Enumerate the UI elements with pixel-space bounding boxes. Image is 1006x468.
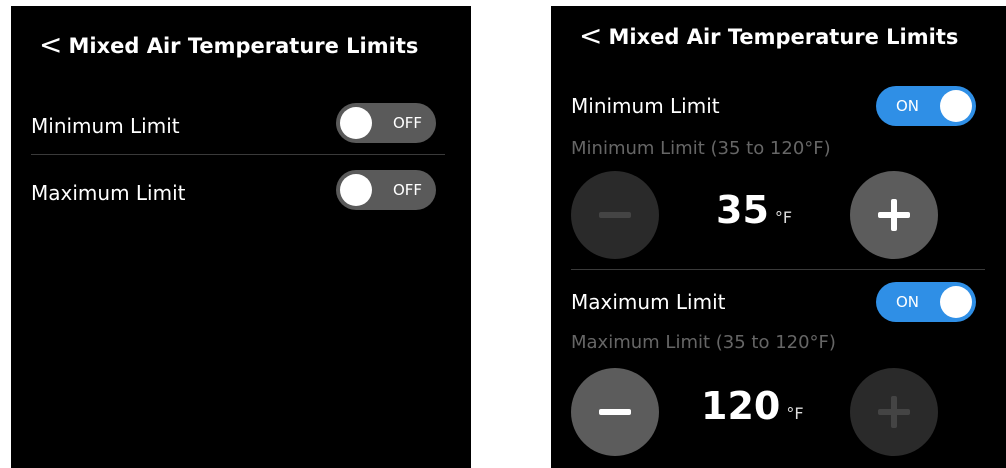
- toggle-knob: [340, 107, 372, 139]
- toggle-knob: [940, 286, 972, 318]
- maximum-limit-toggle[interactable]: OFF: [336, 170, 436, 210]
- back-chevron-icon[interactable]: <: [579, 22, 602, 50]
- maximum-limit-toggle[interactable]: ON: [876, 282, 976, 322]
- maximum-value-display: 120 °F: [701, 384, 804, 428]
- maximum-decrease-button[interactable]: [571, 368, 659, 456]
- header: < Mixed Air Temperature Limits: [39, 31, 419, 60]
- header: < Mixed Air Temperature Limits: [579, 22, 959, 51]
- divider: [571, 269, 985, 270]
- maximum-increase-button[interactable]: [850, 368, 938, 456]
- toggle-state-label: OFF: [392, 181, 422, 199]
- maximum-range-label: Maximum Limit (35 to 120°F): [571, 332, 836, 353]
- toggle-state-label: OFF: [392, 114, 422, 132]
- minimum-limit-label: Minimum Limit: [571, 94, 720, 118]
- divider: [31, 154, 445, 155]
- maximum-limit-label: Maximum Limit: [571, 290, 726, 314]
- page-title: Mixed Air Temperature Limits: [608, 25, 959, 49]
- minus-icon: [599, 409, 631, 415]
- toggle-state-label: ON: [896, 97, 920, 115]
- minimum-limit-toggle[interactable]: OFF: [336, 103, 436, 143]
- minimum-value: 35: [716, 188, 769, 232]
- right-screen: < Mixed Air Temperature Limits Minimum L…: [551, 6, 1006, 468]
- maximum-value: 120: [701, 384, 781, 428]
- minimum-decrease-button[interactable]: [571, 171, 659, 259]
- toggle-state-label: ON: [896, 293, 920, 311]
- minimum-value-display: 35 °F: [716, 188, 792, 232]
- maximum-limit-label: Maximum Limit: [31, 181, 186, 205]
- maximum-unit: °F: [786, 404, 804, 423]
- minimum-unit: °F: [774, 208, 793, 227]
- minus-icon: [599, 212, 631, 218]
- minimum-range-label: Minimum Limit (35 to 120°F): [571, 138, 831, 159]
- left-screen: < Mixed Air Temperature Limits Minimum L…: [11, 6, 471, 468]
- page-title: Mixed Air Temperature Limits: [68, 34, 419, 58]
- toggle-knob: [940, 90, 972, 122]
- minimum-limit-label: Minimum Limit: [31, 114, 180, 138]
- toggle-knob: [340, 174, 372, 206]
- back-chevron-icon[interactable]: <: [39, 31, 62, 59]
- minimum-limit-toggle[interactable]: ON: [876, 86, 976, 126]
- minimum-increase-button[interactable]: [850, 171, 938, 259]
